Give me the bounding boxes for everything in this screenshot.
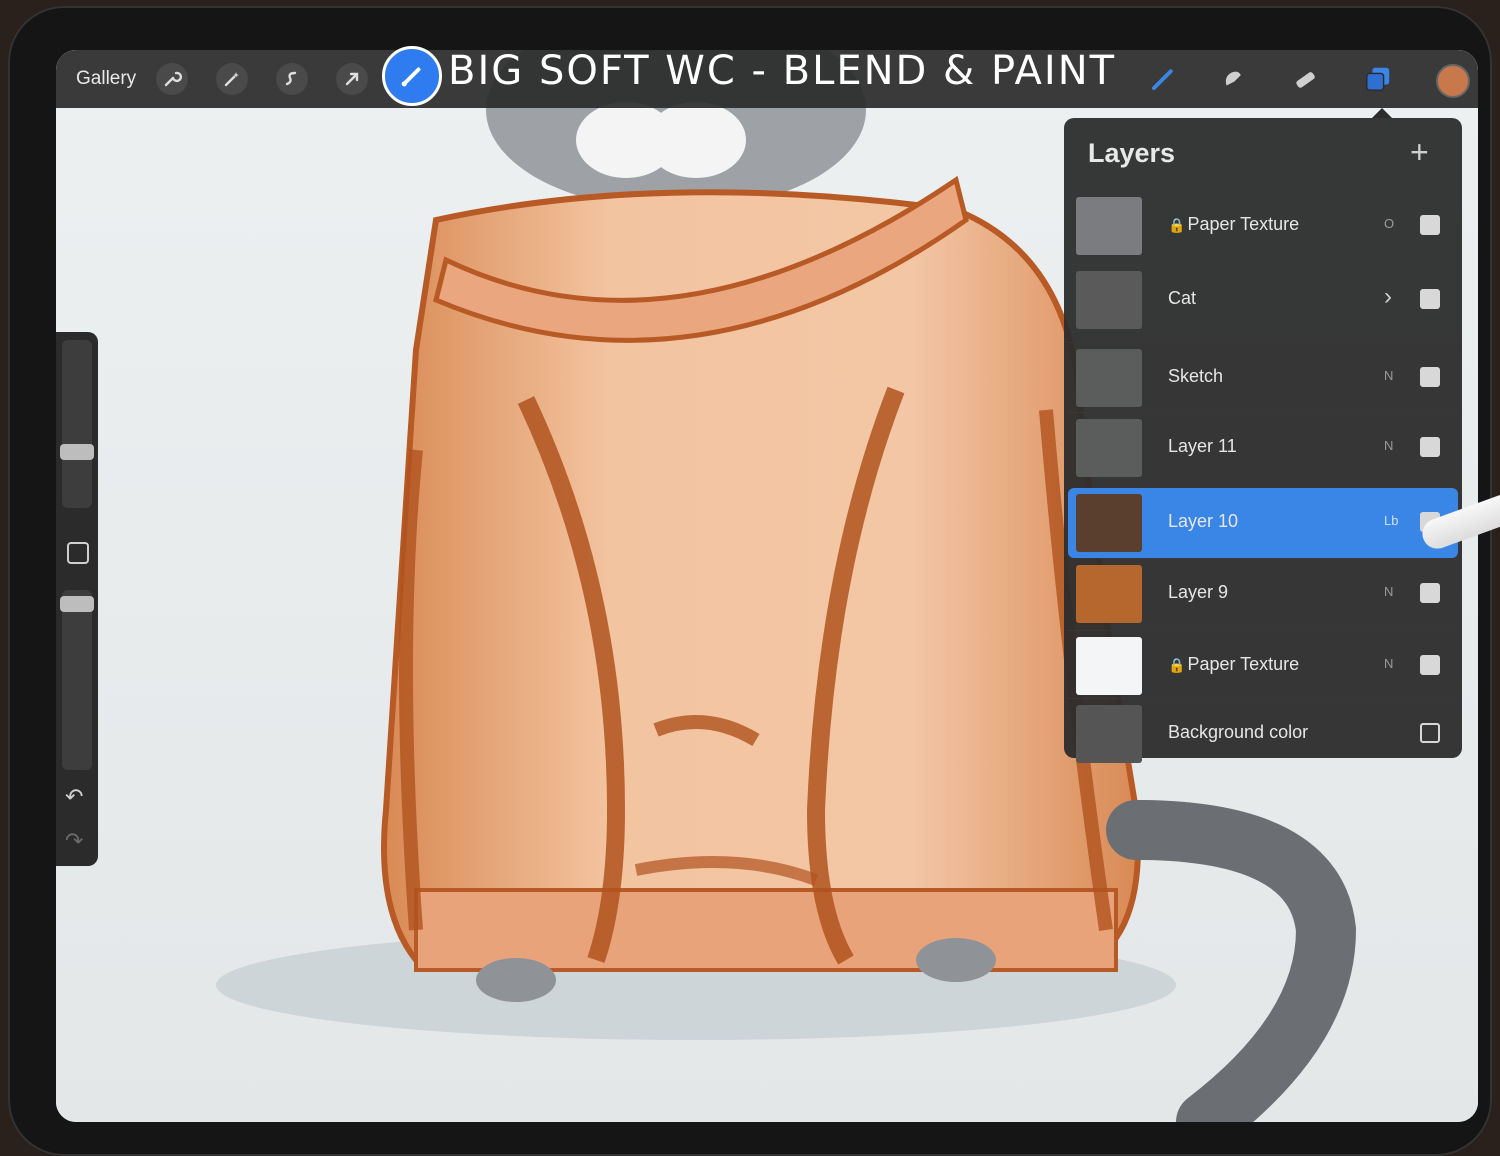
layer-thumbnail[interactable] [1076, 565, 1142, 623]
layer-name: Sketch [1168, 366, 1223, 387]
blend-mode-button[interactable]: Lb [1384, 513, 1398, 528]
brush-button-active[interactable] [382, 46, 442, 106]
visibility-checkbox[interactable] [1420, 583, 1440, 603]
layer-row[interactable]: Layer 9 N [1068, 558, 1458, 629]
layer-name-text: Cat [1168, 288, 1197, 308]
layers-popover-arrow [1372, 108, 1392, 118]
brush-icon[interactable] [1146, 62, 1180, 96]
layer-thumbnail[interactable] [1076, 705, 1142, 763]
eraser-icon[interactable] [1288, 62, 1322, 96]
layer-name: 🔒 Paper Texture [1168, 654, 1299, 675]
layer-name: Layer 10 [1168, 511, 1238, 532]
gallery-button[interactable]: Gallery [76, 68, 136, 90]
redo-icon[interactable]: ↷ [65, 828, 83, 854]
left-sidebar: ↶ ↷ [56, 332, 98, 866]
layer-thumbnail[interactable] [1076, 271, 1142, 329]
layer-name: Layer 9 [1168, 582, 1228, 603]
layer-thumbnail[interactable] [1076, 419, 1142, 477]
layer-thumbnail[interactable] [1076, 197, 1142, 255]
layer-row[interactable]: Layer 11 N [1068, 412, 1458, 483]
layer-name: Layer 11 [1168, 436, 1237, 457]
layer-name-text: Layer 10 [1168, 511, 1239, 531]
opacity-handle[interactable] [60, 596, 94, 612]
blend-mode-button[interactable]: N [1384, 656, 1393, 671]
lock-icon: 🔒 [1168, 217, 1186, 233]
layers-panel: Layers + 🔒 Paper Texture O Cat › Sketch N Layer… [1064, 118, 1462, 763]
layers-icon[interactable] [1361, 62, 1395, 96]
magic-wand-icon[interactable] [216, 63, 248, 95]
layer-name-text: Sketch [1168, 366, 1224, 386]
layer-name-text: Background color [1168, 722, 1309, 742]
layer-thumbnail[interactable] [1076, 349, 1142, 407]
brush-size-slider[interactable] [62, 340, 92, 508]
blend-mode-button[interactable]: O [1384, 216, 1394, 231]
visibility-checkbox[interactable] [1420, 367, 1440, 387]
visibility-checkbox[interactable] [1420, 215, 1440, 235]
top-toolbar: Gallery BIG SOFT WC - BLEND & PAINT [56, 46, 1478, 108]
layer-row[interactable]: 🔒 Paper Texture O [1068, 190, 1458, 261]
undo-icon[interactable]: ↶ [65, 784, 83, 810]
add-layer-button[interactable]: + [1410, 134, 1429, 171]
layer-name: 🔒 Paper Texture [1168, 214, 1299, 235]
wrench-icon[interactable] [156, 63, 188, 95]
color-picker[interactable] [1436, 64, 1470, 98]
brush-size-handle[interactable] [60, 444, 94, 460]
video-title: BIG SOFT WC - BLEND & PAINT [448, 48, 1117, 94]
layer-row[interactable]: Layer 10 Lb [1068, 488, 1458, 558]
visibility-checkbox[interactable] [1420, 655, 1440, 675]
blend-mode-button[interactable]: N [1384, 584, 1393, 599]
layer-name-text: Paper Texture [1187, 654, 1300, 674]
opacity-slider[interactable] [62, 590, 92, 770]
blend-mode-button[interactable]: N [1384, 438, 1393, 453]
visibility-checkbox[interactable] [1420, 289, 1440, 309]
layers-title: Layers [1088, 138, 1176, 168]
blend-mode-button[interactable]: N [1384, 368, 1393, 383]
chevron-right-icon[interactable]: › [1384, 283, 1392, 311]
visibility-checkbox[interactable] [1420, 437, 1440, 457]
lock-icon: 🔒 [1168, 657, 1186, 673]
layer-name-text: Paper Texture [1187, 214, 1300, 234]
layer-name: Background color [1168, 722, 1308, 743]
layer-row[interactable]: Sketch N [1068, 342, 1458, 413]
layer-row[interactable]: 🔒 Paper Texture N [1068, 630, 1458, 701]
modify-square-icon[interactable] [67, 542, 89, 564]
layer-name-text: Layer 9 [1168, 582, 1229, 602]
smudge-icon[interactable] [1216, 62, 1250, 96]
selection-icon[interactable] [276, 63, 308, 95]
layer-name: Cat [1168, 288, 1196, 309]
transform-arrow-icon[interactable] [336, 63, 368, 95]
layer-name-text: Layer 11 [1168, 436, 1237, 456]
layer-row[interactable]: Cat › [1068, 264, 1458, 335]
layer-thumbnail[interactable] [1076, 637, 1142, 695]
layer-thumbnail[interactable] [1076, 494, 1142, 552]
layer-row[interactable]: Background color [1068, 698, 1458, 769]
visibility-checkbox[interactable] [1420, 723, 1440, 743]
